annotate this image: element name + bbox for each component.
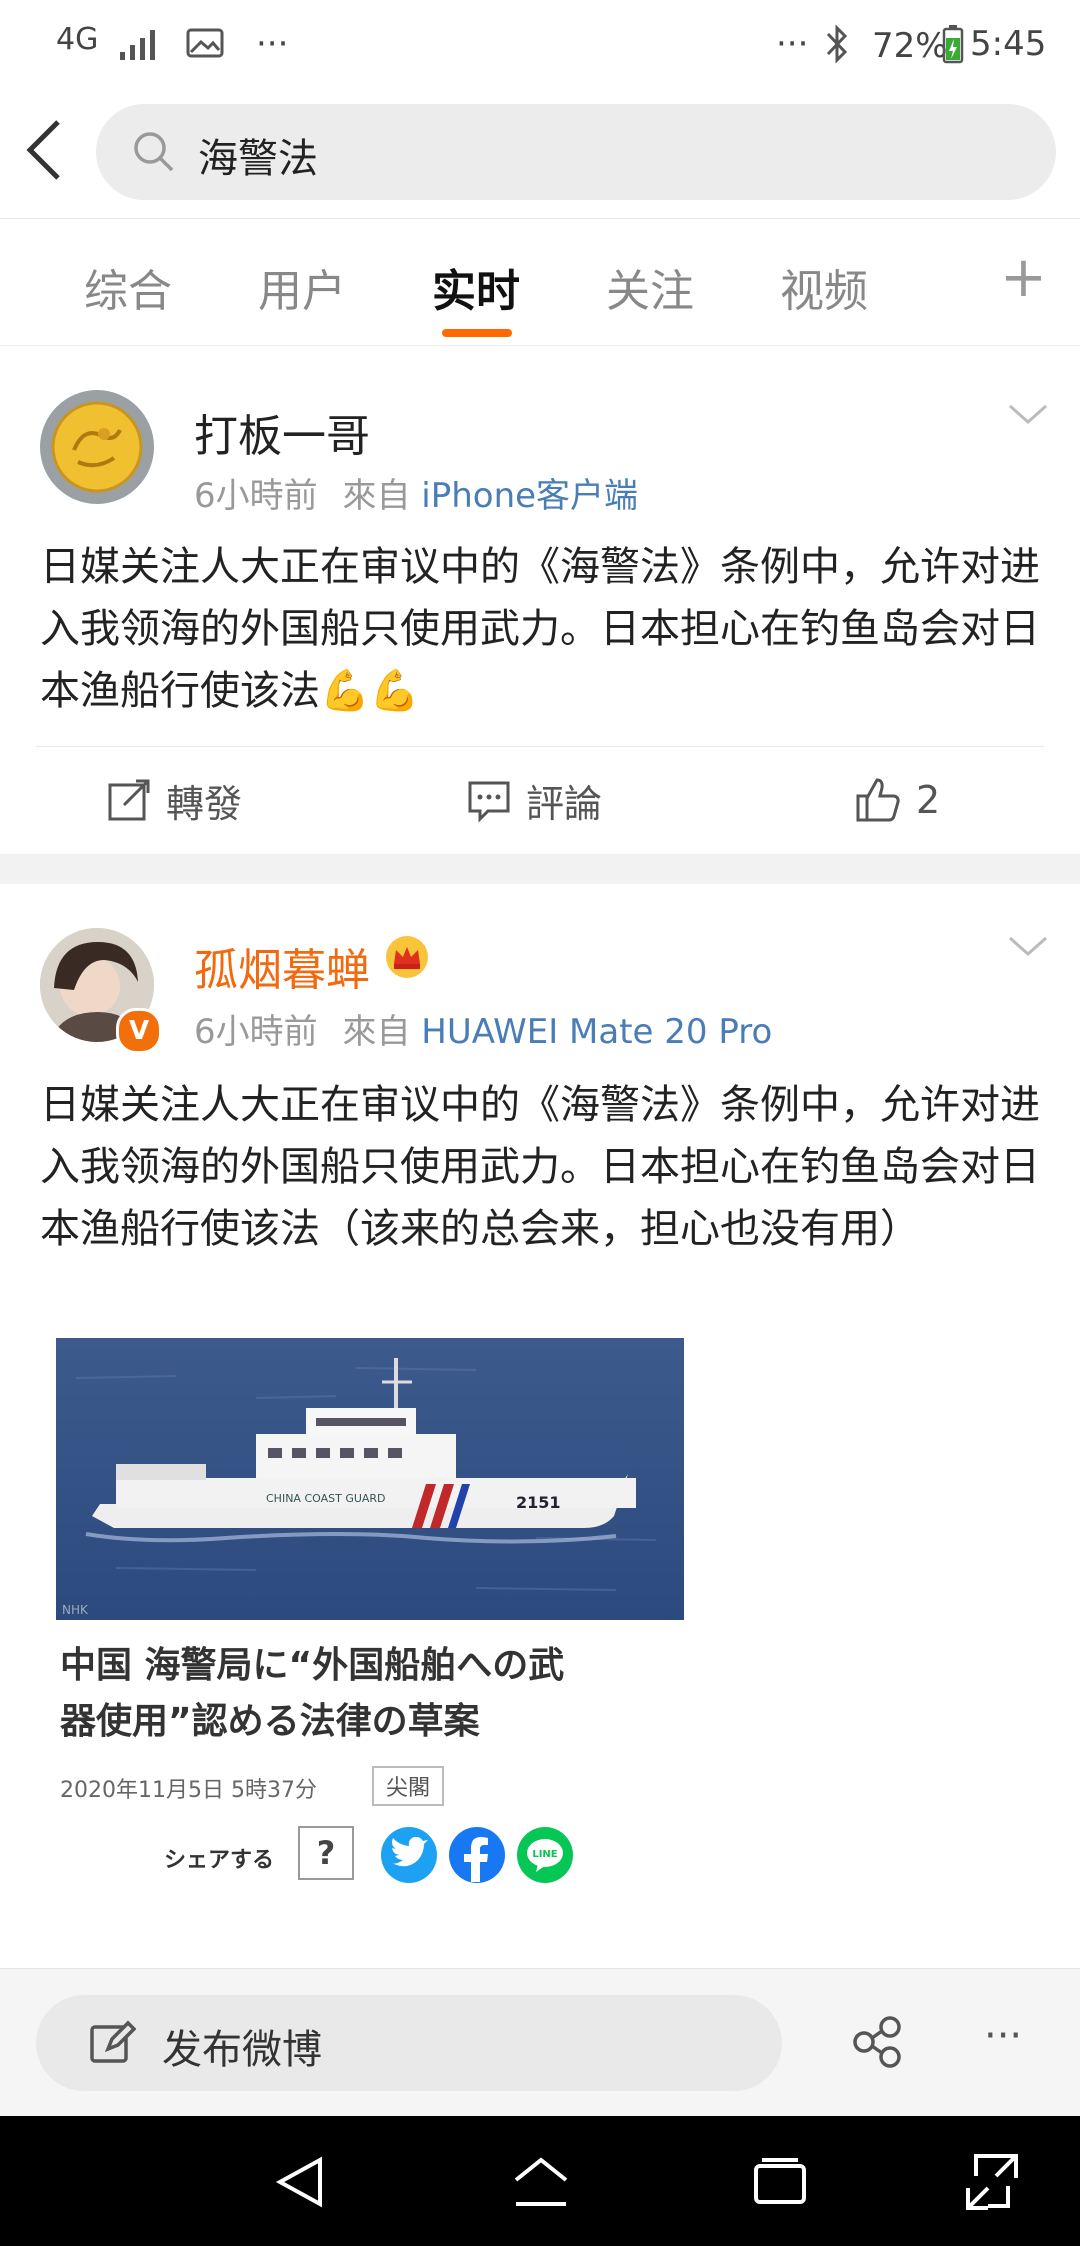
- coin-icon: [51, 401, 143, 493]
- more-button[interactable]: ···: [984, 2013, 1022, 2059]
- battery-icon: [942, 25, 964, 64]
- comment-button[interactable]: 評論: [466, 746, 602, 854]
- news-date: 2020年11月5日 5時37分: [60, 1778, 317, 1803]
- status-more-right: ···: [776, 24, 809, 64]
- thumbs-up-icon: [856, 778, 900, 822]
- search-input[interactable]: 海警法: [96, 104, 1056, 200]
- chevron-down-icon[interactable]: [1006, 392, 1050, 436]
- share-label: シェアする: [164, 1848, 275, 1873]
- flexed-biceps-emoji: 💪💪: [320, 668, 420, 714]
- clock: 5:45: [970, 24, 1047, 64]
- add-tab-button[interactable]: +: [1000, 245, 1047, 310]
- status-bar: 4G ··· ··· 72% 5:45: [0, 0, 1080, 92]
- ship-photo: CHINA COAST GUARD 2151 NHK: [56, 1338, 684, 1620]
- facebook-icon: [449, 1827, 505, 1883]
- post-text: 日媒关注人大正在审议中的《海警法》条例中，允许对进入我领海的外国船只使用武力。日…: [40, 536, 1040, 722]
- username[interactable]: 孤烟暮蝉: [194, 934, 370, 998]
- home-icon[interactable]: [510, 2154, 572, 2210]
- action-bar: 轉發 評論 2: [0, 746, 1080, 854]
- post-content: 日媒关注人大正在审议中的《海警法》条例中，允许对进入我领海的外国船只使用武力。日…: [40, 544, 1040, 714]
- avatar[interactable]: [40, 390, 154, 504]
- compose-button[interactable]: 发布微博: [36, 1995, 782, 2091]
- battery-percent: 72%: [872, 26, 948, 66]
- repost-label: 轉發: [166, 781, 243, 826]
- from-label: 來自: [342, 1012, 411, 1052]
- ship-number: 2151: [516, 1493, 561, 1512]
- status-more-left: ···: [256, 24, 289, 64]
- back-arrow-icon[interactable]: [22, 118, 66, 182]
- comment-label: 評論: [526, 781, 603, 826]
- tab-realtime[interactable]: 实时: [432, 255, 520, 319]
- repost-button[interactable]: 轉發: [106, 746, 242, 854]
- line-label: LINE: [532, 1849, 557, 1860]
- system-navigation-bar: [0, 2116, 1080, 2246]
- tab-users[interactable]: 用户: [258, 255, 346, 319]
- post-meta: 6小時前 來自 iPhone客户端: [194, 468, 638, 517]
- search-icon: [134, 132, 174, 172]
- post-time: 6小時前: [194, 1012, 318, 1052]
- post-image[interactable]: CHINA COAST GUARD 2151 NHK 中国 海警局に“外国船舶へ…: [56, 1338, 684, 1958]
- tab-following[interactable]: 关注: [606, 255, 694, 319]
- like-count: 2: [916, 778, 941, 822]
- watermark: NHK: [62, 1603, 89, 1617]
- crown-icon: [386, 936, 428, 978]
- tab-bar: 综合 用户 实时 关注 视频 +: [0, 218, 1080, 347]
- help-icon: ?: [298, 1826, 354, 1880]
- signal-icon: [120, 30, 155, 60]
- ship-hull-text: CHINA COAST GUARD: [266, 1492, 386, 1505]
- news-headline: 中国 海警局に“外国船舶への武 器使用”認める法律の草案: [60, 1638, 680, 1750]
- edit-icon: [90, 2020, 136, 2063]
- network-indicator: 4G: [56, 22, 99, 57]
- search-query: 海警法: [198, 136, 318, 182]
- twitter-icon: [381, 1827, 437, 1883]
- back-icon[interactable]: [272, 2154, 328, 2210]
- post-source[interactable]: HUAWEI Mate 20 Pro: [421, 1012, 772, 1052]
- repost-icon: [108, 779, 150, 821]
- tab-comprehensive[interactable]: 综合: [84, 255, 172, 319]
- post-time: 6小時前: [194, 476, 318, 516]
- headline-line-2: 器使用”認める法律の草案: [60, 1701, 480, 1742]
- active-tab-indicator: [442, 329, 512, 337]
- post-card: 打板一哥 6小時前 來自 iPhone客户端 日媒关注人大正在审议中的《海警法》…: [0, 346, 1080, 854]
- post-text: 日媒关注人大正在审议中的《海警法》条例中，允许对进入我领海的外国船只使用武力。日…: [40, 1082, 1040, 1252]
- post-source[interactable]: iPhone客户端: [421, 476, 638, 516]
- bluetooth-icon: [826, 24, 848, 64]
- comment-icon: [468, 781, 510, 823]
- gallery-icon: [186, 28, 224, 58]
- like-button[interactable]: 2: [854, 746, 940, 854]
- share-icon[interactable]: [850, 2015, 904, 2069]
- tab-video[interactable]: 视频: [780, 255, 868, 319]
- username[interactable]: 打板一哥: [194, 400, 370, 464]
- post-meta: 6小時前 來自 HUAWEI Mate 20 Pro: [194, 1004, 772, 1053]
- bottom-toolbar: 发布微博 ···: [0, 1968, 1080, 2117]
- recent-apps-icon[interactable]: [752, 2156, 808, 2208]
- verified-badge: V: [116, 1008, 162, 1054]
- news-tag: 尖閣: [372, 1766, 445, 1806]
- headline-line-1: 中国 海警局に“外国船舶への武: [60, 1645, 565, 1686]
- search-header: 海警法: [0, 92, 1080, 218]
- from-label: 來自: [342, 476, 411, 516]
- chevron-down-icon[interactable]: [1006, 924, 1050, 968]
- screen-pin-icon[interactable]: [964, 2152, 1020, 2212]
- line-icon: LINE: [517, 1827, 573, 1883]
- compose-label: 发布微博: [162, 2027, 322, 2073]
- post-card: V 孤烟暮蝉 6小時前 來自 HUAWEI Mate 20 Pro 日媒关注人大…: [0, 884, 1080, 1968]
